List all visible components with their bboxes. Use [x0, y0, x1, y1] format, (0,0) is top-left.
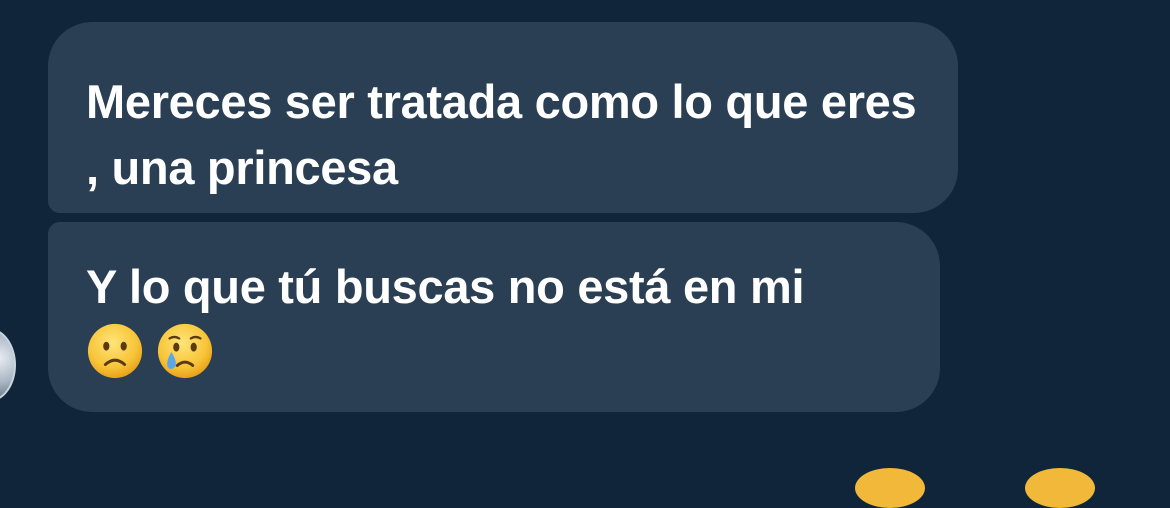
emoji-partial — [855, 468, 925, 508]
emoji-row — [86, 322, 910, 380]
slightly-frowning-face-emoji — [87, 323, 143, 379]
message-bubble[interactable]: Mereces ser tratada como lo que eres , u… — [48, 22, 958, 213]
emoji-partial — [1025, 468, 1095, 508]
crying-face-emoji — [157, 323, 213, 379]
message-text: Y lo que tú buscas no está en mi — [86, 260, 805, 313]
chat-thread: Mereces ser tratada como lo que eres , u… — [0, 0, 1170, 508]
message-bubble[interactable]: Y lo que tú buscas no está en mi — [48, 222, 940, 412]
message-text: Mereces ser tratada como lo que eres , u… — [86, 75, 917, 194]
avatar[interactable] — [0, 328, 16, 402]
